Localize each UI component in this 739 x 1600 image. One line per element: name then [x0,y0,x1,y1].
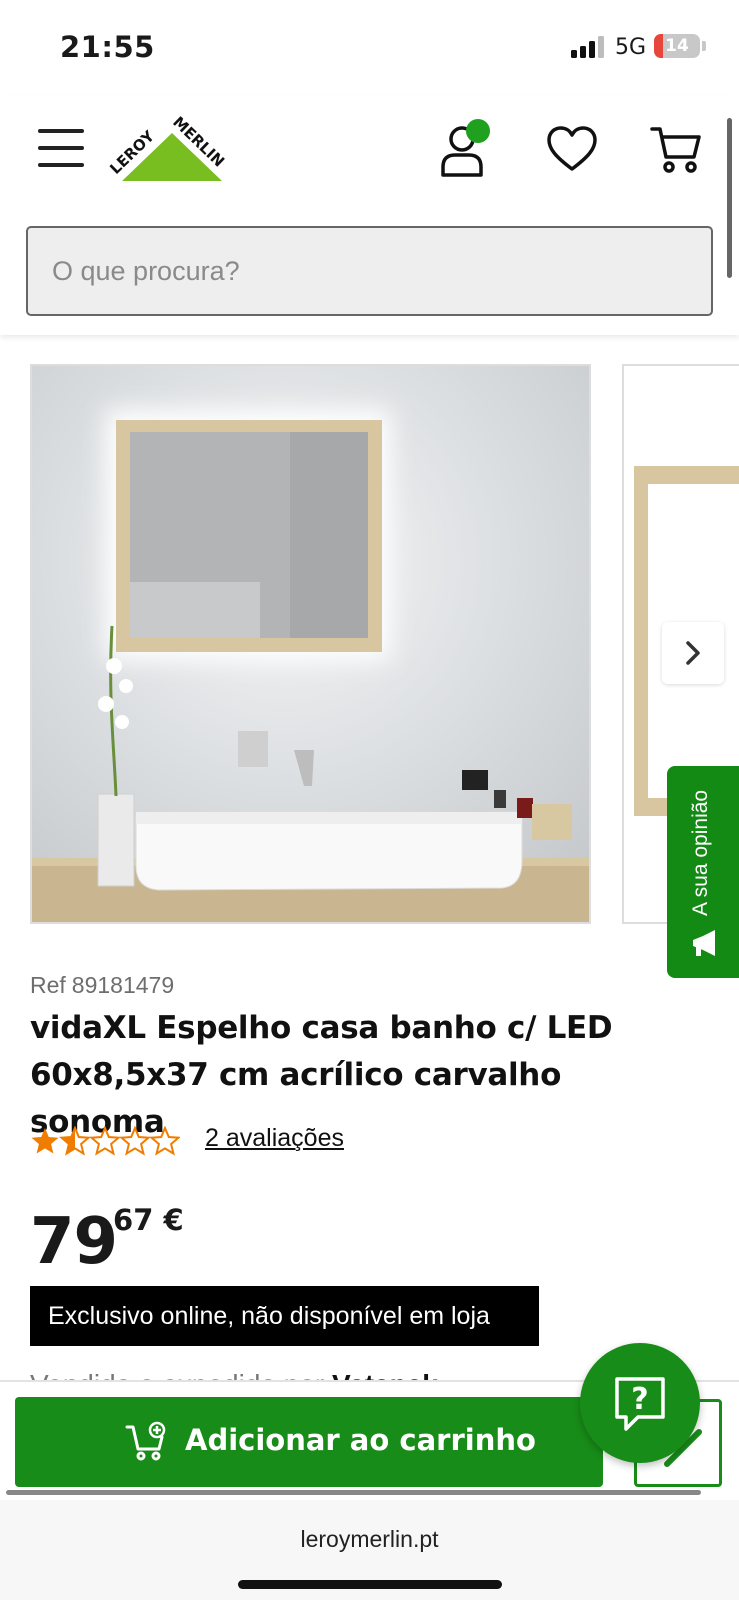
star-empty-icon [90,1127,120,1155]
menu-icon-bar [38,146,84,150]
chevron-right-icon [686,641,700,665]
signal-icon [571,36,604,58]
megaphone-icon [693,930,715,956]
feedback-label: A sua opinião [689,789,712,916]
horizontal-scrollbar[interactable] [6,1490,701,1495]
status-bar: 21:55 5G 14 [0,0,739,95]
account-icon[interactable] [440,119,496,179]
product-ref: Ref 89181479 [30,972,174,999]
status-time: 21:55 [60,30,155,64]
home-indicator[interactable] [238,1580,502,1589]
leroy-merlin-logo[interactable]: LEROY MERLIN [108,111,234,189]
search-box [26,226,713,316]
help-question-icon: ? [615,1377,665,1431]
rating-stars [31,1127,180,1155]
menu-button[interactable] [38,129,84,167]
next-image-button[interactable] [662,622,724,684]
ref-number: 89181479 [71,972,175,998]
feedback-tab[interactable]: A sua opinião [667,766,739,978]
reviews-link[interactable]: 2 avaliações [205,1124,344,1153]
help-chat-button[interactable]: ? [580,1343,700,1463]
site-header: LEROY MERLIN [0,95,739,335]
battery-icon: 14 [654,34,700,58]
menu-icon-bar [38,163,84,167]
svg-text:?: ? [631,1382,648,1417]
ref-label: Ref [30,972,66,998]
browser-bar: leroymerlin.pt [0,1500,739,1600]
star-icon [31,1128,59,1154]
cart-icon[interactable] [650,125,702,175]
product-photo [32,366,589,922]
heart-icon[interactable] [546,125,598,173]
cart-add-icon [125,1421,166,1461]
star-half-icon [60,1127,90,1155]
page: 21:55 5G 14 LEROY MERLIN O que procura? … [0,0,739,1600]
add-to-cart-label: Adicionar ao carrinho [185,1423,536,1457]
battery-tip [702,41,706,51]
online-exclusive-badge: Exclusivo online, não disponível em loja [30,1286,539,1346]
product-gallery [30,364,739,924]
seller-info: Vendido e expedido por Vatapak [30,1363,438,1381]
star-empty-icon [150,1127,180,1155]
product-title: vidaXL Espelho casa banho c/ LED 60x8,5x… [30,1010,613,1140]
page-scrollbar[interactable] [727,118,732,278]
network-label: 5G [615,35,647,60]
product-image[interactable] [30,364,591,924]
add-to-cart-button[interactable]: Adicionar ao carrinho [15,1397,603,1487]
search-input[interactable] [28,228,711,314]
battery-level: 14 [665,36,689,56]
price-decimal: ,67 € [102,1203,184,1237]
url-label[interactable]: leroymerlin.pt [0,1526,739,1553]
menu-icon-bar [38,129,84,133]
star-empty-icon [120,1127,150,1155]
